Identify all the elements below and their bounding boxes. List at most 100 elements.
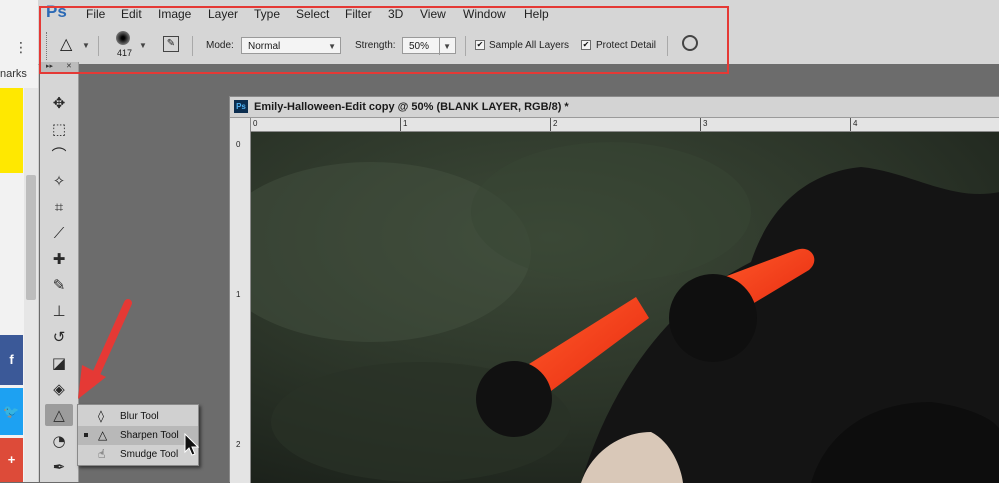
tools-panel-header[interactable]: ▸▸ ✕ [40,62,78,72]
twitter-share-icon[interactable]: 🐦 [0,388,23,435]
options-bar: △ ▼ 417 ▼ ✎ Mode: Normal ▼ Strength: 50%… [38,28,999,65]
document-title: Emily-Halloween-Edit copy @ 50% (BLANK L… [254,101,569,113]
eyedropper-tool-icon[interactable]: ⟋ [45,222,73,244]
strength-value: 50% [409,41,430,52]
menu-help[interactable]: Help [524,7,549,21]
healing-brush-tool-icon[interactable]: ✚ [45,248,73,270]
move-tool-icon[interactable]: ✥ [45,92,73,114]
flyout-label: Blur Tool [120,411,159,422]
flyout-label: Sharpen Tool [120,430,179,441]
flyout-label: Smudge Tool [120,449,179,460]
tool-preset-sharpen-icon[interactable]: △ [60,34,72,53]
sample-all-layers-checkbox[interactable]: ✔ [475,40,485,50]
google-plus-share-icon[interactable]: + [0,438,23,482]
yellow-banner [0,88,23,173]
menu-type[interactable]: Type [254,7,280,21]
black-pompom-right [669,274,757,362]
flyout-item-sharpen-tool[interactable]: △ Sharpen Tool [78,426,198,445]
menu-filter[interactable]: Filter [345,7,372,21]
vertical-ruler[interactable]: 0 1 2 [230,118,251,483]
brush-picker-chevron-down-icon[interactable]: ▼ [139,41,147,50]
menu-view[interactable]: View [420,7,446,21]
menu-file[interactable]: File [86,7,105,21]
crop-tool-icon[interactable]: ⌗ [45,196,73,218]
ruler-v-label: 2 [236,440,241,449]
black-pompom-left [476,361,552,437]
mode-chevron-down-icon: ▼ [328,42,336,51]
selected-bullet-icon [84,433,88,437]
dodge-tool-icon[interactable]: ◔ [45,430,73,452]
browser-scrollbar-thumb[interactable] [26,175,36,300]
brush-tool-icon[interactable]: ✎ [45,274,73,296]
horizontal-ruler[interactable]: 0 1 2 3 4 [250,118,999,132]
photoshop-logo: Ps [46,2,67,21]
options-divider [98,36,99,56]
toning-tools-flyout: ◊ Blur Tool △ Sharpen Tool ☝ Smudge Tool [77,404,199,466]
history-brush-tool-icon[interactable]: ↺ [45,326,73,348]
collapse-panel-icon[interactable]: ▸▸ [46,62,53,72]
bookmarks-label[interactable]: narks [0,68,27,80]
ruler-h-label: 0 [253,119,258,128]
ruler-h-label: 1 [403,119,408,128]
browser-menu-icon[interactable]: ⋮ [14,40,28,56]
facebook-share-icon[interactable]: f [0,335,23,385]
protect-detail-checkbox[interactable]: ✔ [581,40,591,50]
sharpen-tool-icon[interactable]: △ [45,404,73,426]
eraser-tool-icon[interactable]: ◪ [45,352,73,374]
pressure-toggle-icon[interactable] [682,35,698,51]
options-divider [465,36,466,56]
sample-all-layers-label[interactable]: Sample All Layers [489,40,569,51]
menu-edit[interactable]: Edit [121,7,142,21]
blur-drop-icon: ◊ [98,409,104,423]
mode-label: Mode: [206,40,234,51]
pen-tool-icon[interactable]: ✒ [45,456,73,478]
sharpen-icon: △ [98,428,108,442]
close-panel-icon[interactable]: ✕ [66,62,72,72]
menu-layer[interactable]: Layer [208,7,238,21]
photo-canvas[interactable] [251,132,999,483]
ruler-tick [700,118,701,131]
smudge-finger-icon: ☝ [98,447,106,461]
marquee-tool-icon[interactable]: ⬚ [45,118,73,140]
menu-select[interactable]: Select [296,7,329,21]
clone-stamp-tool-icon[interactable]: ⊥ [45,300,73,322]
browser-side-fragment: ⋮ narks f 🐦 + [0,0,39,482]
ruler-tick [850,118,851,131]
ruler-h-label: 2 [553,119,558,128]
foliage-blob [471,142,751,282]
strength-label: Strength: [355,40,396,51]
menu-bar: Ps File Edit Image Layer Type Select Fil… [38,0,999,28]
brush-size-value: 417 [117,48,133,58]
mouse-cursor-icon [184,433,200,456]
ps-document-icon: Ps [234,100,248,113]
ruler-v-label: 0 [236,140,241,149]
options-divider [192,36,193,56]
paint-bucket-tool-icon[interactable]: ◈ [45,378,73,400]
protect-detail-label[interactable]: Protect Detail [596,40,656,51]
annotation-arrow-icon [78,299,132,399]
magic-wand-tool-icon[interactable]: ✧ [45,170,73,192]
ruler-v-label: 1 [236,290,241,299]
brush-panel-toggle-icon[interactable]: ✎ [163,36,179,52]
mode-dropdown-value: Normal [248,41,281,52]
strength-field[interactable]: 50% ▼ [402,37,456,55]
mode-dropdown[interactable]: Normal ▼ [241,37,341,54]
document-window: Ps Emily-Halloween-Edit copy @ 50% (BLAN… [229,96,999,483]
strength-chevron-down-icon: ▼ [439,38,451,55]
menu-3d[interactable]: 3D [388,7,403,21]
ruler-tick [400,118,401,131]
flyout-item-smudge-tool[interactable]: ☝ Smudge Tool [78,445,198,464]
ruler-h-label: 4 [853,119,858,128]
options-divider [667,36,668,56]
ruler-tick [550,118,551,131]
tool-preset-chevron-down-icon[interactable]: ▼ [82,41,90,50]
flyout-item-blur-tool[interactable]: ◊ Blur Tool [78,407,198,426]
photo-image [251,132,999,483]
menu-window[interactable]: Window [463,7,506,21]
lasso-tool-icon[interactable]: ⌒ [45,144,73,166]
ruler-h-label: 3 [703,119,708,128]
options-grip[interactable] [46,32,49,60]
menu-image[interactable]: Image [158,7,191,21]
brush-preview-icon[interactable] [116,31,130,45]
document-tab[interactable]: Ps Emily-Halloween-Edit copy @ 50% (BLAN… [230,97,999,118]
